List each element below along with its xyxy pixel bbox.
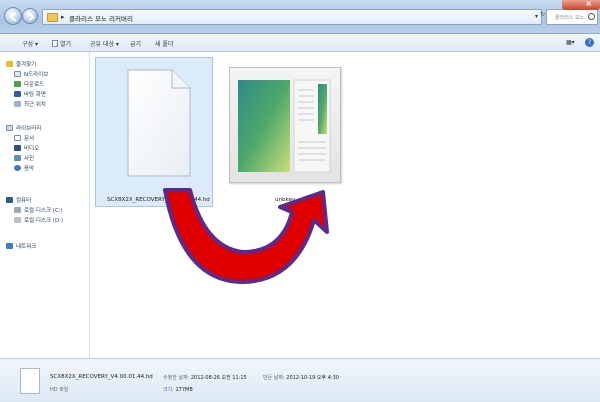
nav-label: 로컬 디스크 (C:)	[24, 208, 63, 214]
nav-item-music[interactable]: 음악	[14, 164, 34, 172]
nav-favorites[interactable]: 즐겨찾기	[6, 60, 36, 68]
modified-value: 2012-08-26 오전 11:15	[190, 375, 247, 381]
nav-item-downloads[interactable]: 다운로드	[14, 80, 44, 88]
address-bar[interactable]: ▸ 클라리스 모노 리커버리 ▾	[42, 9, 542, 25]
details-size: 크기: 177MB	[163, 386, 193, 393]
details-filetype: HD 파일	[50, 387, 69, 393]
nav-label: 바탕 화면	[24, 92, 46, 98]
video-icon	[14, 145, 21, 151]
nav-label: 컴퓨터	[16, 198, 32, 204]
nav-label: 네트워크	[16, 244, 37, 250]
help-icon[interactable]: ?	[585, 38, 594, 47]
nav-network[interactable]: 네트워크	[6, 242, 36, 250]
computer-icon	[6, 197, 13, 203]
details-modified: 수정한 날짜: 2012-08-26 오전 11:15	[163, 374, 247, 381]
nav-label: N드라이브	[24, 72, 49, 78]
file-list-view: SCX8X2X_RECOVERY_V4.00.01.44.hd unbkey	[91, 52, 600, 358]
created-label: 만든 날짜:	[263, 375, 285, 381]
close-icon: ×	[585, 0, 592, 8]
nav-label: 최근 위치	[24, 102, 46, 108]
nav-label: 음악	[24, 166, 35, 172]
nav-label: 로컬 디스크 (D:)	[24, 218, 64, 224]
burn-button[interactable]: 굽기	[130, 39, 141, 48]
nav-item-disk-c[interactable]: 로컬 디스크 (C:)	[14, 206, 63, 214]
nav-label: 다운로드	[24, 82, 45, 88]
modified-label: 수정한 날짜:	[163, 375, 190, 381]
nav-item-ndrive[interactable]: N드라이브	[14, 70, 48, 78]
size-label: 크기:	[163, 387, 174, 393]
music-icon	[14, 165, 21, 171]
search-placeholder: 클라리스 모노...	[555, 15, 589, 21]
recent-places-icon	[14, 101, 21, 107]
view-options-icon[interactable]: ▦▾	[566, 39, 578, 47]
nav-computer[interactable]: 컴퓨터	[6, 196, 31, 204]
open-button[interactable]: 열기	[52, 39, 71, 48]
nav-item-documents[interactable]: 문서	[14, 134, 34, 142]
back-button[interactable]	[4, 7, 22, 25]
file-name[interactable]: SCX8X2X_RECOVERY_V4.00.01.44.hd	[107, 197, 210, 203]
search-icon[interactable]	[588, 13, 595, 20]
open-label: 열기	[60, 41, 72, 48]
ndrive-icon	[14, 71, 21, 77]
size-value: 177MB	[175, 387, 193, 393]
file-thumbnail-icon	[20, 368, 40, 394]
picture-icon	[14, 155, 21, 161]
created-value: 2012-10-19 오후 4:30	[286, 375, 339, 381]
nav-item-videos[interactable]: 비디오	[14, 144, 39, 152]
star-icon	[6, 61, 13, 67]
nav-item-recent[interactable]: 최근 위치	[14, 100, 46, 108]
nav-label: 라이브러리	[16, 126, 42, 132]
address-dropdown-icon[interactable]: ▾	[535, 13, 538, 20]
nav-label: 사진	[24, 156, 35, 162]
back-arrow-icon	[9, 12, 17, 22]
window-close-button[interactable]: ×	[562, 0, 600, 10]
nav-label: 즐겨찾기	[16, 62, 37, 68]
navigation-pane: 즐겨찾기 N드라이브 다운로드 바탕 화면 최근 위치 라이브러리 문서 비디오…	[0, 52, 90, 358]
network-icon	[6, 243, 13, 249]
folder-icon	[47, 13, 58, 22]
breadcrumb-path[interactable]: 클라리스 모노 리커버리	[69, 13, 133, 23]
forward-button[interactable]	[22, 8, 38, 24]
document-icon	[14, 135, 21, 141]
nav-item-pictures[interactable]: 사진	[14, 154, 34, 162]
program-window-icon	[238, 79, 331, 173]
nav-item-desktop[interactable]: 바탕 화면	[14, 90, 46, 98]
search-input[interactable]: 클라리스 모노...	[546, 9, 598, 25]
new-folder-button[interactable]: 새 폴더	[155, 39, 173, 48]
blank-document-icon	[127, 69, 191, 177]
open-doc-icon	[52, 40, 58, 47]
breadcrumb-chevron-icon[interactable]: ▸	[61, 13, 65, 21]
file-name[interactable]: unbkey	[275, 197, 295, 203]
share-with-button[interactable]: 공유 대상 ▾	[90, 39, 119, 48]
details-created: 만든 날짜: 2012-10-19 오후 4:30	[263, 374, 339, 381]
drive-icon	[14, 217, 21, 223]
nav-label: 문서	[24, 136, 35, 142]
forward-arrow-icon	[28, 13, 35, 21]
desktop-icon	[14, 91, 21, 97]
title-bar: ▸ 클라리스 모노 리커버리 ▾ ↻ 클라리스 모노... ×	[0, 0, 600, 34]
nav-label: 비디오	[24, 146, 40, 152]
library-icon	[6, 125, 13, 131]
refresh-icon[interactable]: ↻	[540, 11, 545, 18]
file-item-selected[interactable]	[95, 57, 213, 207]
details-filename: SCX8X2X_RECOVERY_V4.00.01.44.hd	[50, 374, 153, 380]
drive-icon	[14, 207, 21, 213]
nav-libraries[interactable]: 라이브러리	[6, 124, 41, 132]
download-icon	[14, 81, 21, 87]
file-item[interactable]	[229, 67, 341, 183]
nav-item-disk-d[interactable]: 로컬 디스크 (D:)	[14, 216, 63, 224]
details-pane: SCX8X2X_RECOVERY_V4.00.01.44.hd HD 파일 수정…	[0, 358, 600, 402]
organize-button[interactable]: 구성 ▾	[22, 39, 38, 48]
command-bar: 구성 ▾ 열기 공유 대상 ▾ 굽기 새 폴더 ▦▾ ?	[0, 34, 600, 52]
